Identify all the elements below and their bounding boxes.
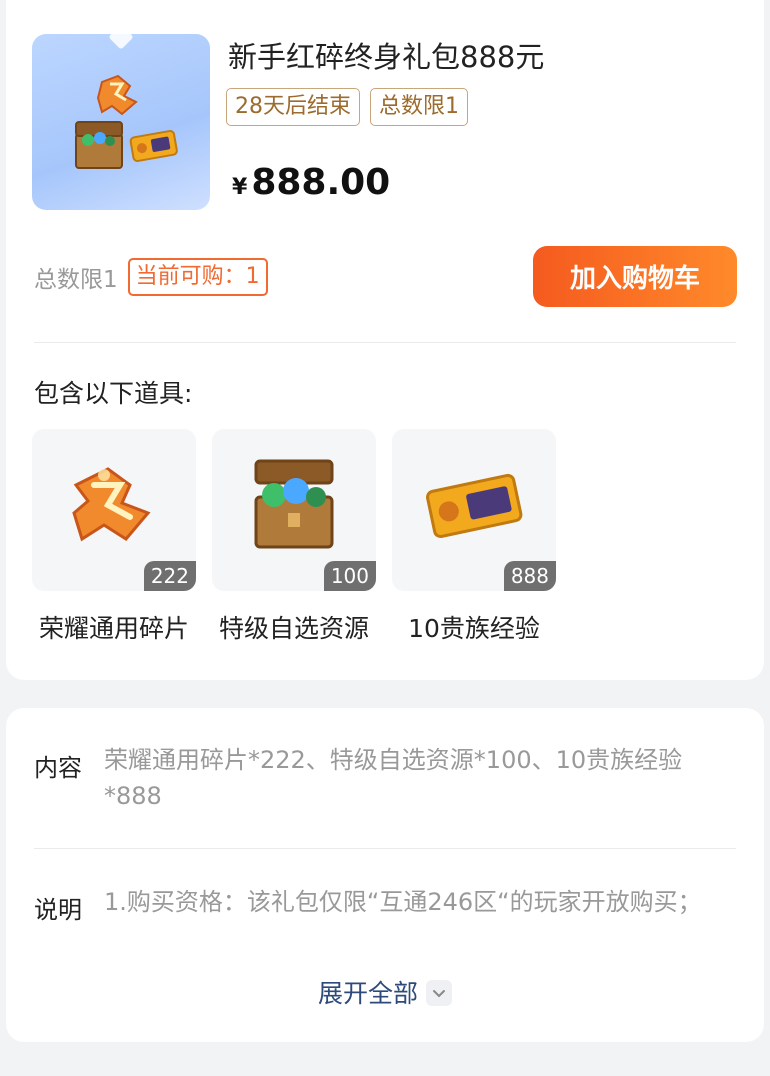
add-to-cart-button[interactable]: 加入购物车 bbox=[533, 246, 737, 307]
item-name: 荣耀通用碎片 bbox=[38, 614, 189, 643]
product-tags: 28天后结束 总数限1 bbox=[226, 88, 468, 126]
content-label: 内容 bbox=[34, 754, 82, 782]
resource-chest-icon bbox=[254, 459, 334, 549]
noble-exp-card-icon bbox=[426, 473, 523, 539]
divider bbox=[34, 342, 736, 343]
item-name: 10贵族经验 bbox=[408, 614, 540, 643]
list-item[interactable]: 100 特级自选资源 bbox=[212, 429, 376, 645]
gift-bundle-icon bbox=[75, 74, 178, 169]
product-card: 新手红碎终身礼包888元 28天后结束 总数限1 ¥888.00 总数限1 当前… bbox=[6, 0, 764, 680]
description-text: 1.购买资格：该礼包仅限“互通246区“的玩家开放购买； bbox=[104, 888, 702, 916]
item-name: 特级自选资源 bbox=[218, 614, 369, 643]
limit-row: 总数限1 当前可购：1 bbox=[34, 258, 268, 296]
item-image-box: 222 bbox=[32, 429, 196, 591]
product-title: 新手红碎终身礼包888元 bbox=[228, 40, 545, 74]
item-count-badge: 888 bbox=[503, 561, 556, 591]
product-thumbnail bbox=[32, 34, 210, 210]
chevron-down-icon bbox=[426, 980, 452, 1006]
list-item[interactable]: 888 10贵族经验 bbox=[392, 429, 556, 645]
item-image-box: 888 bbox=[392, 429, 556, 591]
expand-all-label: 展开全部 bbox=[317, 979, 418, 1008]
tag-total-limit: 总数限1 bbox=[370, 88, 468, 126]
details-card: 内容 荣耀通用碎片*222、特级自选资源*100、10贵族经验*888 说明 1… bbox=[6, 708, 764, 1042]
expand-all-button[interactable]: 展开全部 bbox=[6, 974, 764, 1010]
glory-fragment-icon bbox=[72, 467, 151, 542]
price-value: 888.00 bbox=[251, 162, 391, 203]
items-list: 222 荣耀通用碎片 100 特级自选资源 888 10贵族经验 bbox=[32, 429, 556, 645]
total-limit-text: 总数限1 bbox=[34, 267, 118, 293]
currency-symbol: ¥ bbox=[232, 175, 248, 200]
item-count-badge: 222 bbox=[143, 561, 196, 591]
item-count-badge: 100 bbox=[323, 561, 376, 591]
content-text: 荣耀通用碎片*222、特级自选资源*100、10贵族经验*888 bbox=[104, 746, 683, 810]
tag-end-time: 28天后结束 bbox=[226, 88, 360, 126]
list-item[interactable]: 222 荣耀通用碎片 bbox=[32, 429, 196, 645]
items-section-title: 包含以下道具: bbox=[34, 379, 193, 408]
description-label: 说明 bbox=[34, 896, 82, 924]
item-image-box: 100 bbox=[212, 429, 376, 591]
product-price: ¥888.00 bbox=[232, 162, 390, 203]
purchasable-badge: 当前可购：1 bbox=[127, 258, 268, 296]
divider bbox=[34, 848, 736, 849]
